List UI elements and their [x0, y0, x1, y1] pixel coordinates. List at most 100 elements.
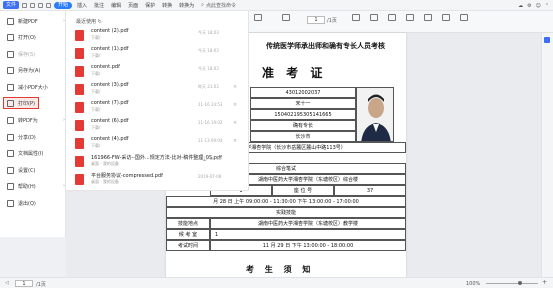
zoom-in-icon[interactable]: +: [542, 279, 547, 286]
undo-icon[interactable]: [46, 2, 52, 8]
prev-page-icon[interactable]: ◁: [5, 280, 9, 286]
menu-settings[interactable]: 设置(C): [7, 164, 35, 176]
zoom-slider-handle[interactable]: [518, 281, 522, 285]
menu-convert[interactable]: 转PDF为 ›: [7, 114, 65, 126]
status-page-input[interactable]: 1: [15, 280, 33, 287]
recent-file-name: content (7).pdf: [91, 100, 129, 106]
recent-file-item[interactable]: content (2).pdf 下载/今天 18:03: [71, 27, 247, 44]
file-menu-button[interactable]: 文件: [3, 1, 20, 9]
written-time: 月 28 日 上午 09:00:00 - 11:30:00 下午 13:00:0…: [166, 196, 406, 207]
status-page-total: /1页: [36, 282, 46, 288]
field-category: 确有专长: [250, 120, 356, 131]
recent-files-panel: 最近使用 ↻ content (2).pdf 下载/今天 18:03 conten…: [66, 11, 249, 191]
double-page-button[interactable]: [424, 14, 432, 22]
printer-icon: [282, 14, 290, 21]
recent-file-time: 今天 18:03: [198, 48, 219, 53]
pdf-file-icon: [75, 48, 84, 59]
recent-file-time: 11-16 19:02: [198, 120, 223, 125]
recent-file-item[interactable]: content (4).pdf 下载/11-13 09:04 ×: [71, 135, 247, 152]
recent-file-item[interactable]: 161966-FW-采访--国外...规定方法-比对-稿件整理_0S.pdf 桌面…: [71, 153, 247, 170]
menu-share[interactable]: 分享(D): [7, 131, 36, 143]
rotate-button[interactable]: [352, 14, 360, 22]
menu-save-as[interactable]: 另存为(A): [7, 64, 40, 76]
save-icon[interactable]: [30, 2, 36, 8]
tab-protect[interactable]: 保护: [143, 2, 157, 9]
command-search[interactable]: ⌕ 点此查找命令: [201, 2, 236, 9]
search-icon: ⌕: [201, 2, 204, 8]
remove-icon[interactable]: ×: [233, 102, 237, 108]
menu-label: 设置(C): [18, 167, 36, 174]
cloud-icon[interactable]: ☁: [518, 3, 523, 9]
sidebar-tool-icon[interactable]: [544, 37, 550, 43]
tab-insert[interactable]: 插入: [75, 2, 89, 9]
chevron-right-icon: ›: [63, 18, 65, 24]
gear-icon: [7, 166, 14, 174]
skill-room: 1: [210, 229, 406, 240]
refresh-icon[interactable]: ↻: [98, 19, 102, 25]
menu-exit[interactable]: 退出(Q): [7, 197, 36, 209]
open-icon[interactable]: [22, 2, 28, 8]
skill-time: 11 月 29 日 下午 13:00:00 - 18:00:00: [210, 240, 406, 251]
menu-print[interactable]: 打印(P): [3, 97, 39, 109]
menu-reduce-size[interactable]: 减小PDF大小: [7, 81, 48, 93]
remove-icon[interactable]: ×: [233, 84, 237, 90]
recent-file-time: 11-16 14:53: [198, 102, 223, 107]
page-total-label: /1页: [327, 18, 337, 24]
toc-button[interactable]: [460, 14, 468, 22]
properties-icon: [7, 149, 14, 157]
menu-save[interactable]: 保存(S): [7, 48, 35, 60]
file-menu-panel: 新建PDF › 打开(O) 保存(S) 另存为(A) 减小PDF大小 打印(P) …: [0, 11, 66, 237]
single-page-button[interactable]: [406, 14, 414, 22]
tab-page[interactable]: 页面: [126, 2, 140, 9]
menu-label: 退出(Q): [18, 200, 36, 207]
save-icon: [7, 50, 14, 58]
new-file-icon: [7, 17, 14, 25]
remove-icon[interactable]: ×: [233, 138, 237, 144]
pdf-file-icon: [75, 66, 84, 77]
recent-file-location: 桌面 · 我的设备: [91, 179, 119, 184]
recent-file-location: 下载/: [91, 35, 101, 40]
menu-help[interactable]: 帮助(H) ›: [7, 180, 65, 192]
recent-file-name: content (6).pdf: [91, 118, 129, 124]
recent-file-item[interactable]: 平台服务协议-compressed.pdf 桌面 · 我的设备 2019-07-08: [71, 171, 247, 188]
recent-file-name: content (2).pdf: [91, 28, 129, 34]
tab-start[interactable]: 开始: [54, 1, 73, 9]
slideshow-button[interactable]: [388, 14, 396, 22]
remove-icon[interactable]: ×: [233, 120, 237, 126]
gear-icon[interactable]: ⚙: [527, 3, 531, 9]
recent-file-item[interactable]: content (6).pdf 下载/11-16 19:02 ×: [71, 117, 247, 134]
chevron-up-icon[interactable]: ⌃: [545, 3, 549, 9]
menu-label: 转PDF为: [18, 117, 38, 124]
recent-file-item[interactable]: content.pdf 下载/今天 18:03: [71, 63, 247, 80]
recent-file-name: content (1).pdf: [91, 46, 129, 52]
recent-file-item[interactable]: content (7).pdf 下载/11-16 14:53 ×: [71, 99, 247, 116]
recent-file-item[interactable]: content (3).pdf 下载/昨天 21:03 ×: [71, 81, 247, 98]
tab-edit[interactable]: 编辑: [109, 2, 123, 9]
tab-convert-to[interactable]: 转换为: [177, 2, 196, 9]
menu-new-pdf[interactable]: 新建PDF ›: [7, 15, 65, 27]
highlight-button[interactable]: [370, 14, 378, 22]
tab-annotate[interactable]: 批注: [92, 2, 106, 9]
recent-file-item[interactable]: content (1).pdf 下载/今天 18:03: [71, 45, 247, 62]
zoom-slider[interactable]: [486, 283, 538, 284]
menu-properties[interactable]: 文档属性(I): [7, 147, 43, 159]
slideshow-icon: [388, 14, 396, 21]
print-icon[interactable]: [38, 2, 44, 8]
skill-time-label: 考试时间: [166, 240, 210, 251]
split-merge-button[interactable]: [254, 14, 262, 22]
recent-file-time: 昨天 21:03: [198, 84, 219, 89]
page-number-input[interactable]: 1: [307, 16, 325, 24]
menu-open[interactable]: 打开(O): [7, 31, 36, 43]
field-exam-number: 43012002037: [250, 87, 356, 98]
recent-file-location: 下载/: [91, 53, 101, 58]
notice-title: 考 生 须 知: [246, 265, 315, 274]
print-ribbon-button[interactable]: [282, 14, 290, 22]
recent-file-name: content (4).pdf: [91, 136, 129, 142]
tab-convert[interactable]: 转换: [160, 2, 174, 9]
continuous-button[interactable]: [442, 14, 450, 22]
user-icon[interactable]: ☺: [536, 3, 541, 9]
toc-icon: [460, 14, 468, 21]
pdf-file-icon: [75, 174, 84, 185]
recent-file-location: 下载/: [91, 89, 101, 94]
help-icon: [7, 182, 14, 190]
